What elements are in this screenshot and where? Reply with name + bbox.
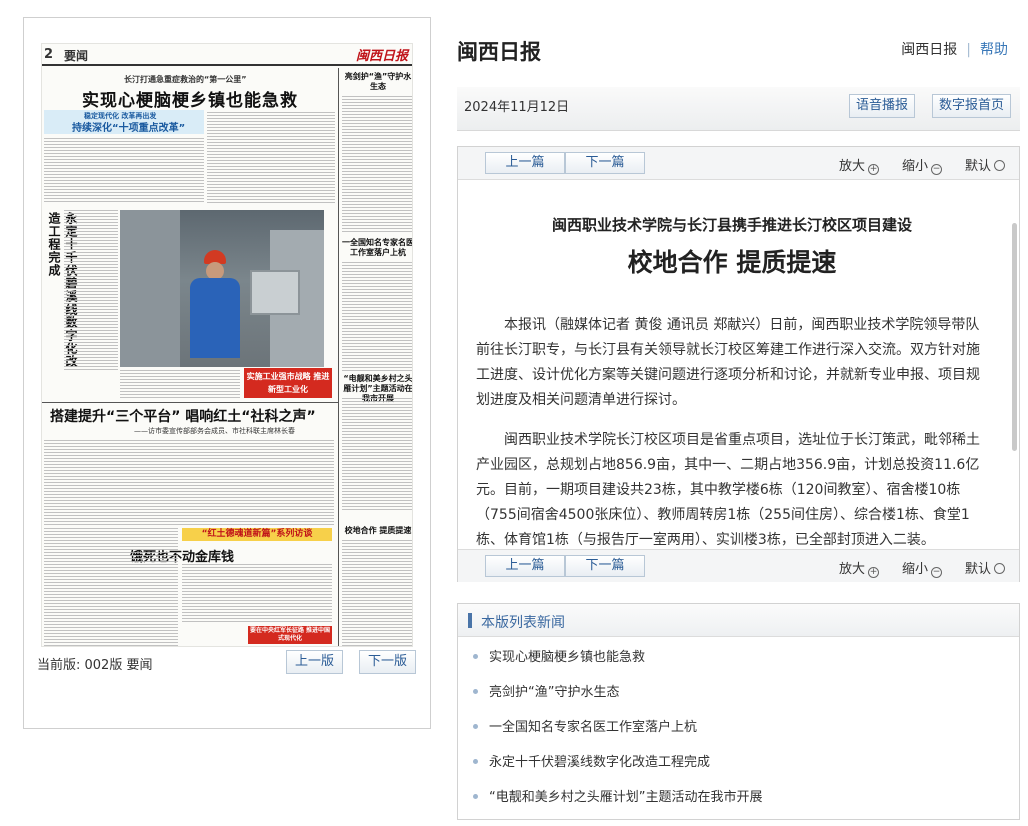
issue-date: 2024年11月12日 [464, 100, 570, 115]
newspaper-page-image[interactable]: 2 要闻 闽西日报 长汀打通急重症救治的“第一公里” 实现心梗脑梗乡镇也能急救 … [41, 43, 413, 647]
article-paragraph: 本报讯（融媒体记者 黄俊 通讯员 郑献兴）日前，闽西职业技术学院领导带队前往长汀… [476, 317, 980, 408]
paper-right-col-head: 亮剑护“渔”守护水生态 [344, 72, 412, 91]
zoom-default-label: 默认 [965, 562, 992, 577]
paper-header: 2 要闻 闽西日报 [42, 44, 412, 66]
zoom-default-button[interactable]: 默认 [965, 155, 1006, 174]
news-list-panel: 本版列表新闻 实现心梗脑梗乡镇也能急救 亮剑护“渔”守护水生态 一全国知名专家名… [457, 603, 1020, 820]
site-title: 闽西日报 [457, 40, 541, 64]
bullet-icon [473, 654, 478, 659]
paper-yellow-bar: “红土德魂道新篇”系列访谈 [182, 528, 332, 541]
paper-text-block [342, 96, 412, 234]
zoom-in-label: 放大 [839, 562, 866, 577]
voice-broadcast-button[interactable]: 语音播报 [849, 94, 916, 118]
paper-text-block [342, 398, 412, 510]
circle-icon [994, 563, 1006, 574]
list-item-link[interactable]: 实现心梗脑梗乡镇也能急救 [489, 650, 645, 665]
list-item[interactable]: 亮剑护“渔”守护水生态 [473, 680, 762, 715]
paper-page-number: 2 [44, 47, 54, 62]
list-item[interactable]: 实现心梗脑梗乡镇也能急救 [473, 645, 762, 680]
plus-circle-icon: + [868, 567, 880, 578]
paper-text-block [64, 210, 118, 370]
paper-text-block [342, 540, 412, 646]
banner-line-2: 持续深化“十项重点改革” [72, 123, 186, 134]
bullet-icon [473, 794, 478, 799]
top-links: 闽西日报 | 帮助 [901, 39, 1008, 59]
paper-masthead-logo: 闽西日报 [355, 49, 408, 64]
next-page-button[interactable]: 下一版 [359, 650, 416, 674]
paper-text-block [44, 138, 204, 204]
list-item[interactable]: “电靓和美乡村之头雁计划”主题活动在我市开展 [473, 785, 762, 820]
prev-article-button-bottom[interactable]: 上一篇 [485, 555, 565, 577]
paper-text-block [342, 262, 412, 372]
bullet-icon [473, 689, 478, 694]
zoom-in-button-bottom[interactable]: 放大 + [839, 558, 880, 578]
link-separator: | [966, 42, 971, 58]
zoom-out-button[interactable]: 缩小 − [902, 155, 943, 175]
article-content[interactable]: 闽西职业技术学院与长汀县携手推进长汀校区项目建设 校地合作 提质提速 本报讯（融… [458, 181, 1019, 549]
bullet-icon [473, 759, 478, 764]
article-nav-top: 上一篇 下一篇 放大 + 缩小 − 默认 [458, 147, 1019, 180]
minus-circle-icon: − [931, 567, 943, 578]
paper-home-link[interactable]: 闽西日报 [901, 42, 957, 58]
date-toolbar: 2024年11月12日 语音播报 数字报首页 [457, 87, 1020, 131]
heading-bar-icon [468, 613, 472, 628]
article-panel: 上一篇 下一篇 放大 + 缩小 − 默认 闽西职业技术学院与长汀县携手推进长汀校区项… [457, 146, 1020, 582]
news-list-header: 本版列表新闻 [458, 604, 1019, 637]
paper-kicker: 长汀打通急重症救治的“第一公里” [124, 75, 247, 84]
plus-circle-icon: + [868, 164, 880, 175]
zoom-default-button-bottom[interactable]: 默认 [965, 558, 1006, 577]
zoom-in-button[interactable]: 放大 + [839, 155, 880, 175]
article-text: 本报讯（融媒体记者 黄俊 通讯员 郑献兴）日前，闽西职业技术学院领导带队前往长汀… [476, 313, 988, 549]
list-item-link[interactable]: 永定十千伏碧溪线数字化改造工程完成 [489, 755, 710, 770]
paper-photo-worker [120, 210, 324, 367]
paper-red-box-2: 要在中央红军长征路 推进中国式现代化 [248, 626, 332, 644]
current-page-label: 当前版: 002版 要闻 [37, 658, 153, 673]
zoom-in-label: 放大 [839, 159, 866, 174]
article-subtitle: 闽西职业技术学院与长汀县携手推进长汀校区项目建设 [551, 216, 912, 234]
paper-text-block [120, 370, 240, 400]
paper-right-col-head-2: 一全国知名专家名医工作室落户上杭 [342, 238, 413, 257]
next-article-button[interactable]: 下一篇 [565, 152, 645, 174]
zoom-out-label: 缩小 [902, 159, 929, 174]
page-scan-panel: 2 要闻 闽西日报 长汀打通急重症救治的“第一公里” 实现心梗脑梗乡镇也能急救 … [23, 17, 431, 729]
list-item[interactable]: 一全国知名专家名医工作室落户上杭 [473, 715, 762, 750]
page-root: 2 要闻 闽西日报 长汀打通急重症救治的“第一公里” 实现心梗脑梗乡镇也能急救 … [0, 0, 1028, 826]
zoom-out-label: 缩小 [902, 562, 929, 577]
paper-text-block [207, 112, 335, 204]
article-scrollbar[interactable] [1012, 223, 1017, 451]
article-nav-bottom: 上一篇 下一篇 放大 + 缩小 − 默认 [458, 549, 1019, 582]
list-item[interactable]: 永定十千伏碧溪线数字化改造工程完成 [473, 750, 762, 785]
paper-headline-main: 实现心梗脑梗乡镇也能急救 [82, 91, 298, 111]
digital-paper-home-button[interactable]: 数字报首页 [932, 94, 1012, 118]
zoom-default-label: 默认 [965, 159, 992, 174]
paper-red-box: 实施工业强市战略 推进新型工业化 [244, 368, 332, 398]
prev-article-button[interactable]: 上一篇 [485, 152, 565, 174]
list-item-link[interactable]: “电靓和美乡村之头雁计划”主题活动在我市开展 [489, 790, 762, 805]
help-link[interactable]: 帮助 [980, 42, 1008, 58]
paper-text-block [44, 440, 334, 526]
article-paragraph: 闽西职业技术学院长汀校区项目是省重点项目，选址位于长汀策武，毗邻稀土产业园区，总… [476, 432, 980, 548]
paper-right-col-head-4: 校地合作 提质提速 [344, 526, 412, 535]
list-item-link[interactable]: 一全国知名专家名医工作室落户上杭 [489, 720, 697, 735]
next-article-button-bottom[interactable]: 下一篇 [565, 555, 645, 577]
paper-text-block [44, 528, 178, 646]
paper-blue-banner: 稳定现代化 改革再出发 持续深化“十项重点改革” [44, 110, 204, 134]
prev-page-button[interactable]: 上一版 [286, 650, 343, 674]
page-footer: 当前版: 002版 要闻 上一版 下一版 [37, 649, 419, 677]
news-list: 实现心梗脑梗乡镇也能急救 亮剑护“渔”守护水生态 一全国知名专家名医工作室落户上… [473, 645, 762, 820]
zoom-out-button-bottom[interactable]: 缩小 − [902, 558, 943, 578]
article-title: 校地合作 提质提速 [627, 248, 837, 277]
paper-headline-second: 搭建提升“三个平台” 唱响红土“社科之声” [50, 409, 316, 425]
list-item-link[interactable]: 亮剑护“渔”守护水生态 [489, 685, 619, 700]
paper-section-name: 要闻 [64, 49, 89, 63]
minus-circle-icon: − [931, 164, 943, 175]
news-list-heading: 本版列表新闻 [481, 615, 565, 631]
bullet-icon [473, 724, 478, 729]
paper-subhead-second: ——访市委宣传部部务会成员、市社科联主席林长春 [134, 427, 295, 435]
circle-icon [994, 160, 1006, 171]
paper-text-block [182, 564, 332, 624]
